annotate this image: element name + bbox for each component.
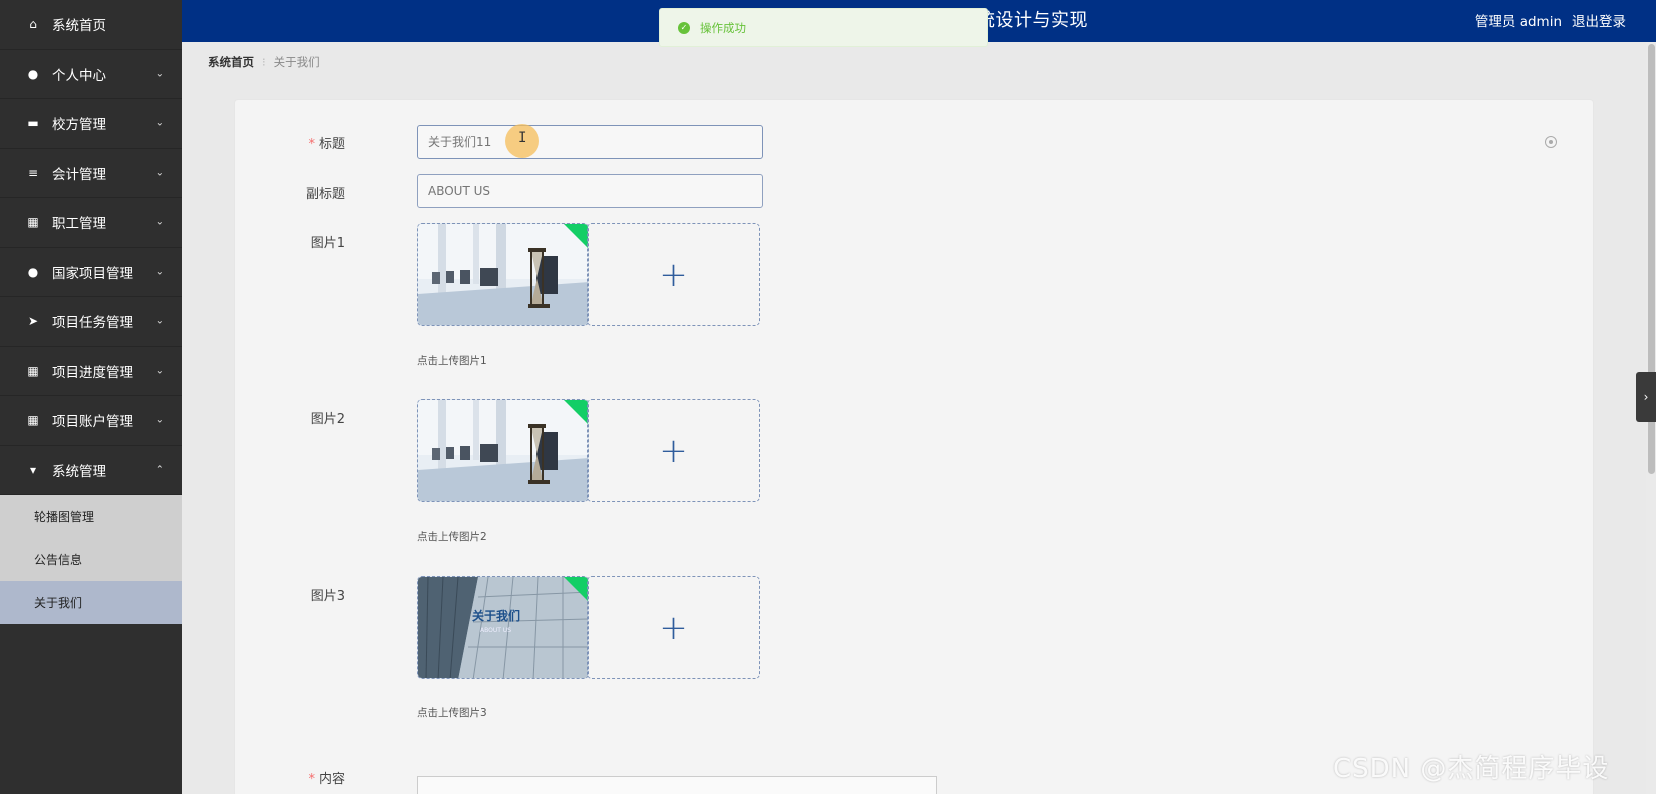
logout-link[interactable]: 退出登录	[1572, 10, 1626, 30]
image1-label: 图片1	[310, 236, 345, 251]
chevron-down-icon: ⌄	[155, 117, 164, 129]
sidebar-item-label: 职工管理	[52, 216, 106, 233]
subitem-carousel[interactable]: 轮播图管理	[0, 495, 182, 538]
grid-icon: ▦	[27, 215, 39, 230]
required-mark: *	[308, 137, 315, 152]
breadcrumb-home[interactable]: 系统首页	[208, 54, 254, 70]
app-title: 统设计与实现	[977, 10, 1088, 31]
subitem-label: 轮播图管理	[34, 510, 95, 524]
person-icon: ●	[27, 264, 39, 279]
sidebar-item-project-progress[interactable]: ▦ 项目进度管理 ⌄	[0, 347, 182, 396]
editor-toolbar: B I U S ❞ ‹/› H1 H2 ☰ ☰ x₂ x² ⇤ ⇥	[417, 776, 937, 794]
chevron-down-icon: ⌄	[155, 216, 164, 228]
uploaded-badge-icon	[564, 224, 588, 248]
chevron-up-icon: ⌃	[155, 464, 164, 476]
side-panel-toggle[interactable]: ›	[1636, 372, 1656, 422]
breadcrumb-separator-icon: ⁝	[262, 55, 266, 69]
plus-icon: +	[659, 607, 688, 648]
subtitle-input[interactable]	[417, 174, 763, 208]
image1-preview[interactable]	[417, 223, 589, 326]
sidebar-item-label: 系统管理	[52, 463, 106, 480]
sidebar-item-staff[interactable]: ▦ 职工管理 ⌄	[0, 198, 182, 248]
sidebar-item-label: 个人中心	[52, 67, 106, 84]
chevron-down-icon: ⌄	[155, 167, 164, 179]
chevron-down-icon: ⌄	[155, 414, 164, 426]
subitem-notice[interactable]: 公告信息	[0, 538, 182, 581]
success-icon: ✓	[678, 21, 690, 34]
plus-icon: +	[659, 430, 688, 471]
send-icon: ➤	[27, 314, 39, 329]
sidebar-item-system[interactable]: ▾ 系统管理 ⌃	[0, 446, 182, 495]
image1-upload-button[interactable]: +	[587, 223, 760, 326]
image3-hint: 点击上传图片3	[417, 707, 487, 719]
sidebar: ⌂ 系统首页 ● 个人中心 ⌄ ▬ 校方管理 ⌄ ≡ 会计管理 ⌄ ▦ 职工管理…	[0, 0, 182, 794]
sidebar-item-label: 国家项目管理	[52, 265, 133, 282]
sidebar-item-project-task[interactable]: ➤ 项目任务管理 ⌄	[0, 297, 182, 347]
chevron-down-icon: ⌄	[155, 266, 164, 278]
subitem-about-us[interactable]: 关于我们	[0, 581, 182, 624]
user-icon: ●	[27, 66, 39, 81]
breadcrumb-current: 关于我们	[273, 55, 320, 69]
image2-hint: 点击上传图片2	[417, 531, 487, 543]
sidebar-item-project-account[interactable]: ▦ 项目账户管理 ⌄	[0, 396, 182, 446]
image3-overlay-title: 关于我们	[472, 609, 521, 623]
image3-upload-button[interactable]: +	[587, 576, 760, 679]
user-area: 管理员 admin 退出登录	[1475, 10, 1626, 30]
chevron-right-icon: ›	[1643, 390, 1649, 404]
breadcrumb: 系统首页 ⁝ 关于我们	[208, 54, 320, 70]
home-icon: ⌂	[29, 17, 37, 32]
sidebar-item-label: 项目任务管理	[52, 315, 133, 332]
sidebar-item-label: 系统首页	[52, 18, 106, 35]
watermark: CSDN @杰简程序毕设	[1333, 754, 1610, 784]
success-toast: ✓ 操作成功	[659, 8, 988, 47]
image3-overlay-sub: ABOUT US	[480, 627, 512, 634]
sidebar-item-home[interactable]: ⌂ 系统首页	[0, 0, 182, 50]
uploaded-badge-icon	[564, 400, 588, 424]
monitor-icon: ▾	[29, 462, 37, 477]
subitem-label: 关于我们	[34, 596, 83, 610]
required-mark: *	[308, 772, 315, 787]
subtitle-label: 副标题	[305, 187, 345, 202]
chevron-down-icon: ⌄	[155, 365, 164, 377]
chevron-down-icon: ⌄	[155, 68, 164, 80]
image2-label: 图片2	[310, 412, 345, 427]
chevron-down-icon: ⌄	[155, 315, 164, 327]
content-label: * 内容	[308, 772, 345, 787]
form-card: *标题 I 副标题 图片1 + 点击上传图片	[234, 99, 1594, 794]
grid-icon: ▦	[27, 363, 39, 378]
image2-upload-button[interactable]: +	[587, 399, 760, 502]
sidebar-item-label: 会计管理	[52, 166, 106, 183]
image3-label: 图片3	[310, 589, 345, 604]
user-label: 管理员 admin	[1474, 14, 1562, 30]
uploaded-badge-icon	[564, 577, 588, 601]
sidebar-item-label: 校方管理	[52, 117, 106, 134]
toast-message: 操作成功	[700, 20, 746, 35]
chat-icon: ▬	[27, 116, 39, 131]
title-input[interactable]	[417, 125, 763, 159]
sidebar-item-personal[interactable]: ● 个人中心 ⌄	[0, 50, 182, 99]
grid-icon: ▦	[27, 413, 39, 428]
image1-hint: 点击上传图片1	[417, 355, 487, 367]
sidebar-item-label: 项目进度管理	[52, 364, 133, 381]
image3-preview[interactable]: 关于我们 ABOUT US	[417, 576, 589, 679]
subitem-label: 公告信息	[34, 553, 83, 567]
sidebar-item-accounting[interactable]: ≡ 会计管理 ⌄	[0, 149, 182, 198]
list-icon: ≡	[27, 165, 39, 180]
system-submenu: 轮播图管理 公告信息 关于我们	[0, 495, 182, 624]
sidebar-item-school[interactable]: ▬ 校方管理 ⌄	[0, 99, 182, 149]
close-icon[interactable]	[1545, 136, 1557, 148]
text-cursor-icon: I	[518, 130, 527, 146]
sidebar-item-national-project[interactable]: ● 国家项目管理 ⌄	[0, 248, 182, 297]
title-label: * 标题	[308, 137, 345, 152]
image2-preview[interactable]	[417, 399, 589, 502]
sidebar-item-label: 项目账户管理	[52, 414, 133, 431]
plus-icon: +	[659, 254, 688, 295]
